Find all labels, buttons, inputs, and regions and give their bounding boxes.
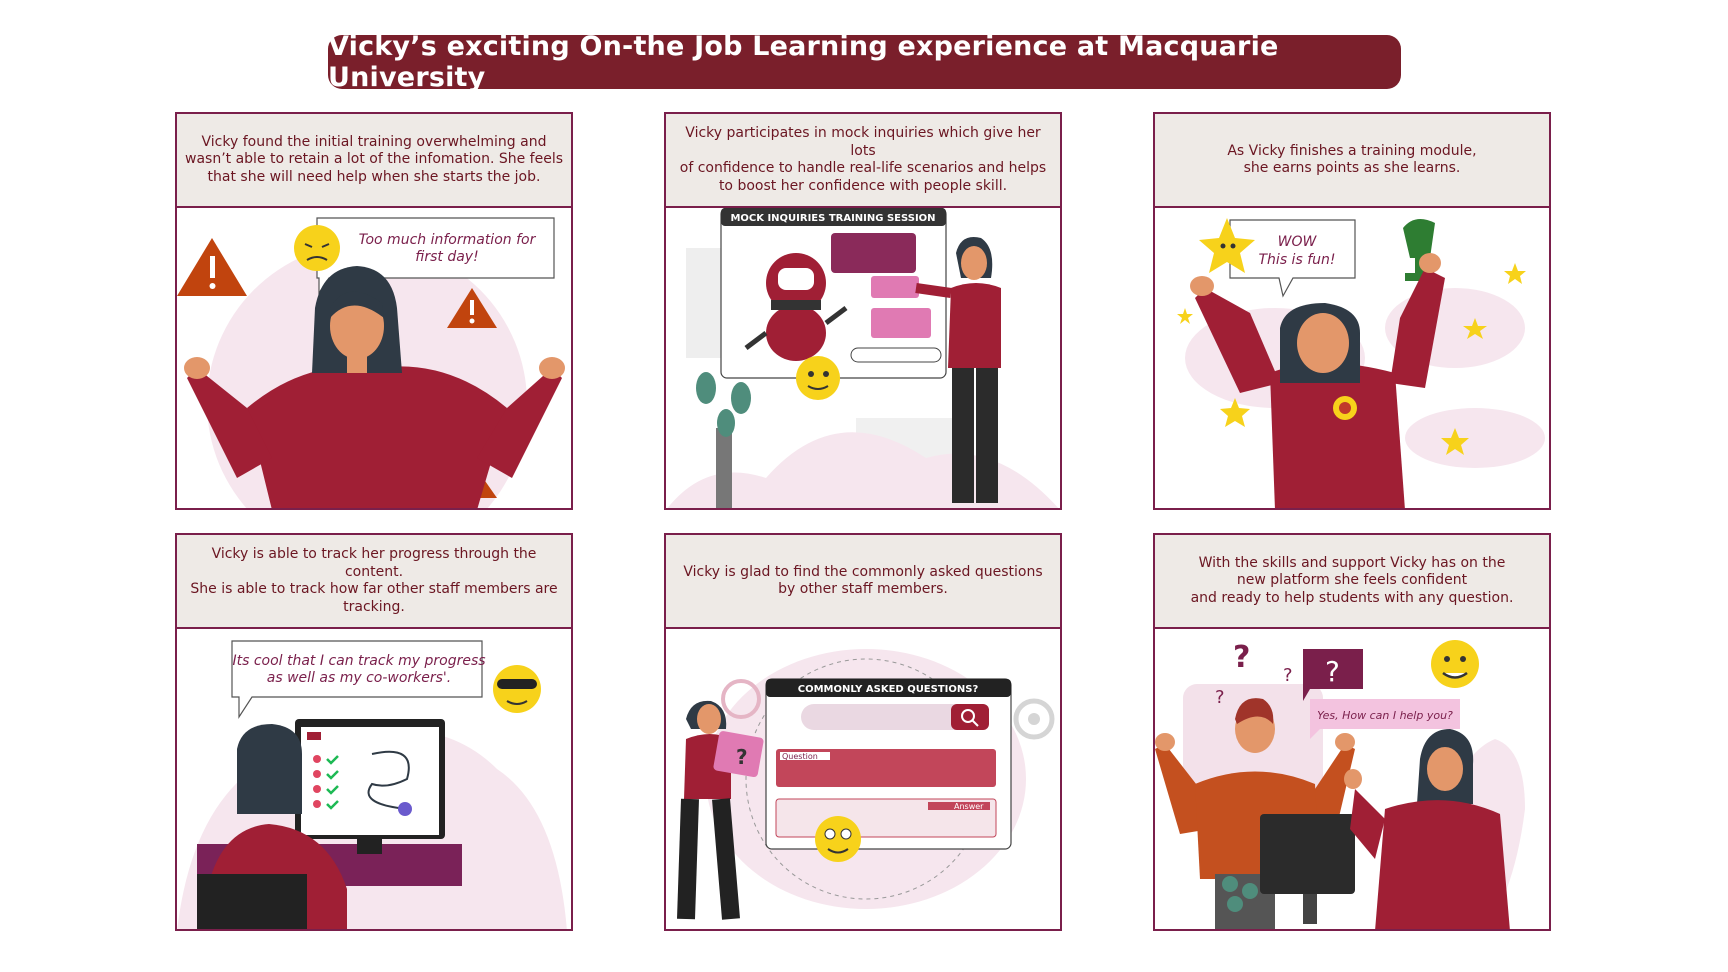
faq-search-input[interactable] (801, 704, 971, 730)
helping-illustration: ? ? ? ? Yes, How can I help you? (1155, 640, 1525, 929)
svg-text:Question: Question (782, 752, 818, 761)
panel-mock-inquiries: Vicky participates in mock inquiries whi… (664, 112, 1062, 510)
svg-text:COMMONLY ASKED QUESTIONS?: COMMONLY ASKED QUESTIONS? (798, 684, 979, 695)
happy-face-icon (815, 816, 861, 862)
panel-faq: Vicky is glad to find the commonly asked… (664, 533, 1062, 931)
svg-text:first day!: first day! (415, 249, 478, 265)
panel-caption: Vicky is able to track her progress thro… (177, 535, 571, 629)
svg-text:Yes, How can I help you?: Yes, How can I help you? (1317, 709, 1453, 722)
panel-overwhelmed: Vicky found the initial training overwhe… (175, 112, 573, 510)
svg-text:?: ? (736, 745, 748, 769)
chat-message (871, 308, 931, 338)
svg-text:Its cool that I can track my p: Its cool that I can track my progress (232, 653, 485, 669)
svg-text:This is fun!: This is fun! (1259, 252, 1336, 268)
question-mark-icon: ? (1283, 665, 1293, 686)
svg-text:WOW: WOW (1278, 234, 1318, 250)
svg-text:MOCK INQUIRIES TRAINING SESSIO: MOCK INQUIRIES TRAINING SESSION (730, 213, 935, 224)
panel-caption: Vicky found the initial training overwhe… (177, 114, 571, 208)
chat-message (871, 276, 919, 298)
plant-pot (716, 428, 732, 508)
celebration-illustration: WOW This is fun! (1177, 218, 1545, 508)
trophy-icon (1403, 219, 1435, 258)
mock-inquiries-illustration: MOCK INQUIRIES TRAINING SESSION (667, 208, 1059, 508)
faq-illustration: COMMONLY ASKED QUESTIONS? Question Answe… (677, 649, 1055, 920)
chat-input (850, 347, 942, 363)
panel-caption: With the skills and support Vicky has on… (1155, 535, 1549, 629)
panel-caption: Vicky participates in mock inquiries whi… (666, 114, 1060, 208)
overwhelmed-illustration: Too much information for first day! (177, 217, 565, 508)
panel-track-progress: Vicky is able to track her progress thro… (175, 533, 573, 931)
search-button[interactable] (951, 704, 989, 730)
question-mark-icon: ? (1215, 687, 1225, 708)
page-title: Vicky’s exciting On-the Job Learning exp… (328, 31, 1401, 93)
panel-earns-points: As Vicky finishes a training module, she… (1153, 112, 1551, 510)
svg-text:Answer: Answer (954, 802, 984, 811)
star-icon (1504, 263, 1526, 284)
star-icon (1177, 308, 1193, 324)
smile-face-icon (796, 356, 840, 400)
chair (197, 874, 307, 929)
smile-face-icon (1431, 640, 1479, 688)
question-mark-icon: ? (1233, 640, 1250, 675)
computer-monitor (1260, 814, 1355, 894)
progress-illustration: Its cool that I can track my progress as… (177, 640, 567, 929)
panel-caption: Vicky is glad to find the commonly asked… (666, 535, 1060, 629)
stressed-face-icon (294, 225, 340, 271)
svg-text:Too much information for: Too much information for (359, 232, 537, 248)
svg-text:?: ? (1325, 655, 1340, 688)
panel-ready-to-help: With the skills and support Vicky has on… (1153, 533, 1551, 931)
panel-caption: As Vicky finishes a training module, she… (1155, 114, 1549, 208)
svg-text:as well as my co-workers'.: as well as my co-workers'. (267, 670, 451, 686)
chat-message (831, 233, 916, 273)
